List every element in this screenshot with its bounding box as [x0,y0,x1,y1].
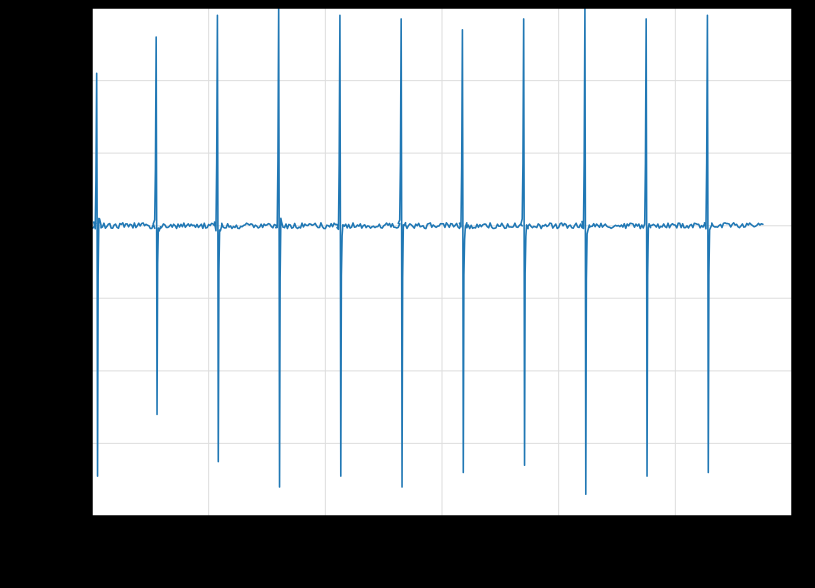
x-tick-label: 6 [437,526,448,547]
y-tick-label: -800 [44,506,82,527]
y-tick-label: 600 [50,0,82,19]
x-tick-label: 8 [553,526,564,547]
x-tick-label: 12 [781,526,802,547]
x-tick-label: 4 [320,526,331,547]
y-tick-label: -200 [44,288,82,309]
y-tick-label: 200 [50,143,82,164]
y-axis-title: Acceleration (g) [2,185,27,339]
x-tick-label: 10 [665,526,686,547]
y-tick-label: 400 [50,71,82,92]
y-tick-label: -600 [44,433,82,454]
y-tick-label: -400 [44,361,82,382]
x-axis-title: Time (s) [402,551,482,576]
y-tick-label: 0 [71,216,82,237]
chart-svg: 0 2 4 6 8 10 12 -800 -600 -400 -200 0 200 400 600 Time … [0,0,815,588]
acceleration-chart: 0 2 4 6 8 10 12 -800 -600 -400 -200 0 200 400 600 Time … [0,0,815,588]
x-tick-label: 2 [203,526,214,547]
x-tick-label: 0 [87,526,98,547]
